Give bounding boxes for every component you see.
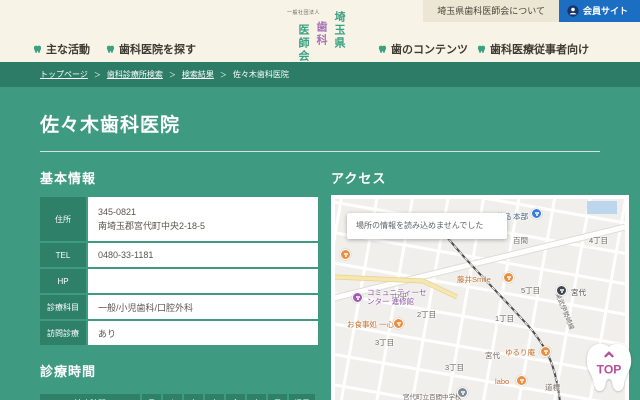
visiting-label: 訪問診療 bbox=[40, 321, 86, 345]
train-station-poi-icon[interactable] bbox=[556, 285, 567, 296]
restaurant-poi-icon[interactable] bbox=[340, 249, 351, 260]
restaurant-poi-icon[interactable] bbox=[393, 318, 404, 329]
breadcrumb-home[interactable]: トップページ bbox=[40, 69, 88, 80]
nav-label: 歯科医院を探す bbox=[119, 44, 196, 56]
map-label-district: 4丁目 bbox=[589, 236, 609, 245]
hours-col-sun: 日 bbox=[268, 394, 287, 400]
address-value: 345-0821 南埼玉郡宮代町中央2-18-5 bbox=[88, 197, 318, 241]
logo-text-shika: 歯科 bbox=[315, 21, 327, 47]
breadcrumb-separator: ＞ bbox=[93, 71, 101, 79]
map-water-area bbox=[587, 201, 617, 214]
nav-item-tooth-contents[interactable]: 歯のコンテンツ bbox=[378, 41, 468, 57]
tooth-shape-icon: TOP bbox=[586, 343, 632, 392]
nav-item-find-clinic[interactable]: 歯科医院を探す bbox=[106, 41, 196, 57]
community-center-poi-icon[interactable] bbox=[352, 292, 363, 303]
map-label-district: 3丁目 bbox=[445, 363, 465, 372]
hp-label: HP bbox=[40, 269, 86, 293]
title-block: 佐々木歯科医院 bbox=[40, 110, 600, 152]
address-label: 住所 bbox=[40, 197, 86, 241]
hours-col-header: 診療時間 bbox=[40, 394, 140, 400]
hours-col-fri: 金 bbox=[226, 394, 245, 400]
map-label-district: 5丁目 bbox=[521, 286, 541, 295]
address-street: 南埼玉郡宮代町中央2-18-5 bbox=[98, 221, 206, 231]
table-row-address: 住所 345-0821 南埼玉郡宮代町中央2-18-5 bbox=[40, 197, 318, 241]
map-error-popup: 場所の情報を読み込めませんでした bbox=[347, 213, 507, 239]
visiting-value: あり bbox=[88, 321, 318, 345]
address-zip: 345-0821 bbox=[98, 206, 137, 217]
access-heading: アクセス bbox=[331, 171, 387, 186]
map-label-town: 宮代 bbox=[485, 351, 500, 360]
breadcrumb-separator: ＞ bbox=[168, 71, 176, 79]
nav-label: 歯のコンテンツ bbox=[391, 44, 468, 56]
table-row-departments: 診療科目 一般/小児歯科/口腔外科 bbox=[40, 295, 318, 319]
nav-item-professionals[interactable]: 歯科医療従事者向け bbox=[477, 41, 589, 57]
map-label-district: 百間 bbox=[513, 236, 528, 245]
breadcrumb: トップページ ＞ 歯科診療所検索 ＞ 検索結果 ＞ 佐々木歯科医院 bbox=[0, 62, 640, 87]
departments-label: 診療科目 bbox=[40, 295, 86, 319]
member-site-label: 会員サイト bbox=[582, 6, 628, 16]
map-label-restaurant[interactable]: labo bbox=[495, 377, 509, 386]
basic-info-heading: 基本情報 bbox=[40, 171, 97, 186]
pharmacy-hq-poi-icon[interactable] bbox=[531, 208, 542, 219]
logo-text-ishikai: 医師会 bbox=[297, 24, 309, 63]
departments-value: 一般/小児歯科/口腔外科 bbox=[88, 295, 318, 319]
map-label-landmark: 道標 bbox=[545, 383, 560, 392]
map-label-community-center[interactable]: コミュニティーセンター 進修館 bbox=[367, 288, 429, 306]
about-association-link[interactable]: 埼玉県歯科医師会について bbox=[423, 0, 559, 22]
hours-table: 診療時間 月 火 水 木 金 土 日 祝日 bbox=[38, 392, 317, 400]
member-circle-icon bbox=[567, 5, 579, 17]
map-label-station[interactable]: 宮代 bbox=[571, 287, 586, 298]
nav-item-activities[interactable]: 主な活動 bbox=[33, 41, 90, 57]
map-label-shop[interactable]: 藤井Smile bbox=[457, 274, 491, 285]
basic-info-section: 基本情報 住所 345-0821 南埼玉郡宮代町中央2-18-5 TEL 048… bbox=[40, 168, 318, 400]
hours-col-mon: 月 bbox=[142, 394, 161, 400]
logo-text-saitama: 埼玉県 bbox=[333, 11, 345, 50]
hours-header-row: 診療時間 月 火 水 木 金 土 日 祝日 bbox=[40, 394, 315, 400]
tooth-icon bbox=[106, 45, 115, 53]
nav-label: 主な活動 bbox=[46, 44, 90, 56]
top-button-label: TOP bbox=[597, 363, 622, 377]
utility-bar: 埼玉県歯科医師会について 会員サイト bbox=[423, 0, 640, 22]
nav-label: 歯科医療従事者向け bbox=[490, 44, 589, 56]
site-logo[interactable]: 一般社団法人 埼玉県 歯科 医師会 bbox=[287, 7, 349, 65]
restaurant-poi-icon[interactable] bbox=[503, 272, 514, 283]
hours-col-tue: 火 bbox=[163, 394, 182, 400]
map-label-district: 2丁目 bbox=[417, 310, 437, 319]
school-poi-icon[interactable] bbox=[457, 387, 468, 398]
map-label-district: 3丁目 bbox=[375, 338, 395, 347]
hours-col-wed: 水 bbox=[184, 394, 203, 400]
map-label-restaurant[interactable]: お食事処 一心 bbox=[347, 319, 394, 330]
tooth-icon bbox=[477, 45, 486, 53]
tooth-icon bbox=[378, 45, 387, 53]
hours-heading: 診療時間 bbox=[40, 364, 97, 379]
map-label-restaurant[interactable]: ゆるり庵 bbox=[505, 347, 535, 358]
member-site-button[interactable]: 会員サイト bbox=[558, 0, 640, 22]
breadcrumb-separator: ＞ bbox=[219, 71, 227, 79]
map-label-district: 1丁目 bbox=[495, 314, 515, 323]
table-row-hp: HP bbox=[40, 269, 318, 293]
hours-col-sat: 土 bbox=[247, 394, 266, 400]
site-header: 埼玉県歯科医師会について 会員サイト 一般社団法人 埼玉県 歯科 医師会 主な活… bbox=[0, 0, 640, 65]
page: { "header": { "about_link": "埼玉県歯科医師会につい… bbox=[0, 0, 640, 400]
breadcrumb-current: 佐々木歯科医院 bbox=[232, 70, 289, 79]
hp-value bbox=[88, 269, 318, 293]
table-row-tel: TEL 0480-33-1181 bbox=[40, 243, 318, 267]
map-label-school[interactable]: 宮代町立百間中学校 bbox=[403, 391, 462, 400]
tel-value: 0480-33-1181 bbox=[88, 243, 318, 267]
tel-label: TEL bbox=[40, 243, 86, 267]
hours-col-thu: 木 bbox=[205, 394, 224, 400]
restaurant-poi-icon[interactable] bbox=[516, 375, 527, 386]
tooth-icon bbox=[33, 45, 42, 53]
logo-org-type: 一般社団法人 bbox=[287, 10, 321, 16]
breadcrumb-results[interactable]: 検索結果 bbox=[182, 69, 214, 80]
restaurant-poi-icon[interactable] bbox=[540, 346, 551, 357]
page-title: 佐々木歯科医院 bbox=[40, 115, 181, 136]
table-row-visiting: 訪問診療 あり bbox=[40, 321, 318, 345]
breadcrumb-search[interactable]: 歯科診療所検索 bbox=[107, 69, 163, 80]
basic-info-table: 住所 345-0821 南埼玉郡宮代町中央2-18-5 TEL 0480-33-… bbox=[38, 195, 320, 347]
back-to-top-button[interactable]: TOP bbox=[580, 340, 638, 398]
hours-col-holiday: 祝日 bbox=[289, 394, 315, 400]
